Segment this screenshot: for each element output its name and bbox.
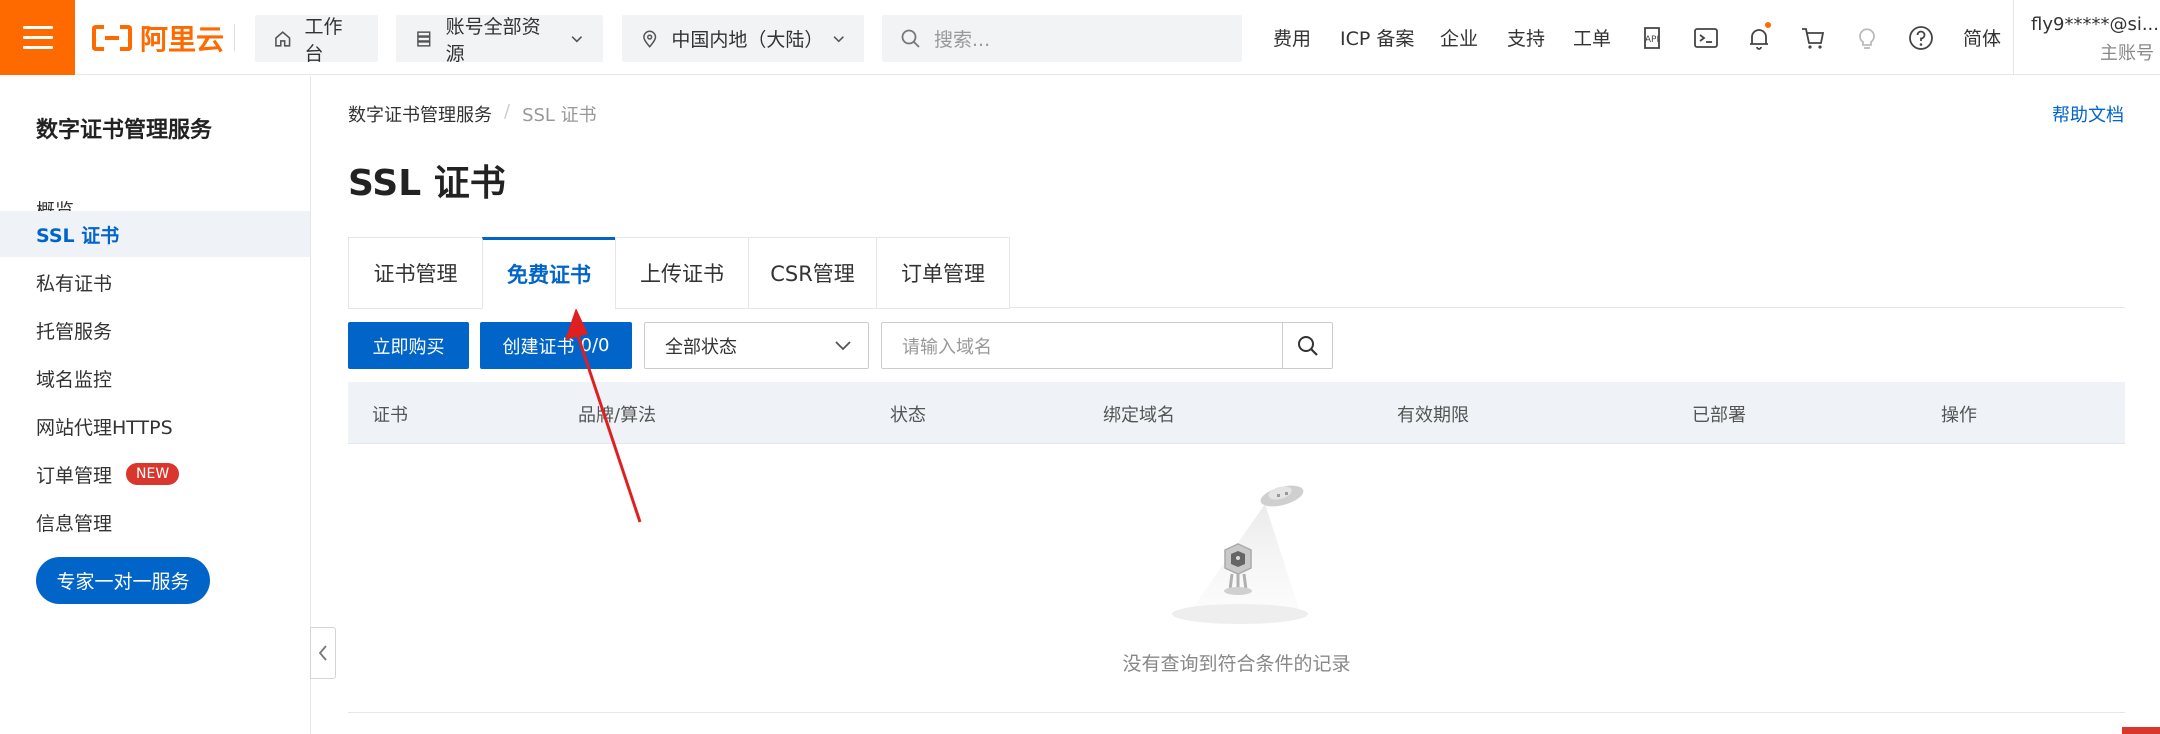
sidebar: 数字证书管理服务 概览 SSL 证书 私有证书 托管服务 域名监控 网站代理HT… xyxy=(0,76,311,734)
location-icon xyxy=(643,30,657,48)
page-title: SSL 证书 xyxy=(348,163,506,204)
create-certificate-label: 创建证书 xyxy=(502,336,575,358)
search-icon xyxy=(901,29,920,48)
sidebar-item-label: 网站代理HTTPS xyxy=(36,416,173,439)
column-header-actions: 操作 xyxy=(1941,405,1977,426)
column-header-bound-domain: 绑定域名 xyxy=(1103,405,1175,426)
breadcrumb-separator: / xyxy=(504,101,511,122)
language-switch[interactable]: 简体 xyxy=(1963,24,2001,51)
tab-free-certificate[interactable]: 免费证书 xyxy=(482,237,615,309)
empty-ufo-icon xyxy=(1172,485,1308,624)
resources-dropdown[interactable]: 账号全部资源 xyxy=(396,15,603,65)
certificate-table-header: 证书 品牌/算法 状态 绑定域名 有效期限 已部署 操作 xyxy=(348,382,2125,444)
tab-upload-certificate[interactable]: 上传证书 xyxy=(615,237,748,309)
sidebar-item-hosting-service[interactable]: 托管服务 xyxy=(0,307,310,353)
region-label: 中国内地（大陆） xyxy=(671,29,824,51)
tab-bar: 证书管理 免费证书 上传证书 CSR管理 订单管理 xyxy=(348,237,1010,309)
sidebar-collapse-handle[interactable] xyxy=(310,627,336,679)
support-link[interactable]: 支持 xyxy=(1507,24,1545,51)
column-header-certificate: 证书 xyxy=(372,405,408,426)
sidebar-title: 数字证书管理服务 xyxy=(36,118,213,143)
sidebar-item-domain-monitor[interactable]: 域名监控 xyxy=(0,355,310,401)
breadcrumb-current: SSL 证书 xyxy=(522,105,597,126)
sidebar-item-label: 订单管理 xyxy=(36,464,113,487)
create-certificate-count: 0/0 xyxy=(580,335,610,356)
workbench-button[interactable]: 工作台 xyxy=(255,15,378,65)
help-docs-link[interactable]: 帮助文档 xyxy=(2052,101,2124,127)
home-icon xyxy=(275,30,291,47)
status-select[interactable]: 全部状态 xyxy=(644,322,869,369)
domain-search-input[interactable]: 请输入域名 xyxy=(881,322,1283,369)
ticket-link[interactable]: 工单 xyxy=(1573,24,1611,51)
sidebar-item-label: 托管服务 xyxy=(36,320,113,343)
sidebar-item-label: 私有证书 xyxy=(36,272,113,295)
global-search-input[interactable]: 搜索... xyxy=(882,15,1242,62)
aliyun-logo[interactable]: 阿里云 xyxy=(92,19,224,57)
corner-feedback-tab[interactable] xyxy=(2122,727,2160,734)
fees-link[interactable]: 费用 xyxy=(1273,24,1311,51)
tab-certificate-management[interactable]: 证书管理 xyxy=(348,237,482,309)
column-header-brand-algorithm: 品牌/算法 xyxy=(578,405,657,426)
logo-divider xyxy=(234,24,235,51)
top-navbar: 阿里云 工作台 账号全部资源 中国内地（大陆） 搜索... 费用 ICP 备案 … xyxy=(0,0,2160,75)
terminal-icon[interactable] xyxy=(1692,24,1720,52)
search-icon xyxy=(1297,335,1318,356)
sidebar-item-label: SSL 证书 xyxy=(36,224,120,247)
sidebar-item-order-management[interactable]: 订单管理 NEW xyxy=(0,451,310,497)
empty-table-body: 没有查询到符合条件的记录 xyxy=(348,444,2125,713)
region-dropdown[interactable]: 中国内地（大陆） xyxy=(622,15,864,62)
tab-order-management[interactable]: 订单管理 xyxy=(876,237,1010,309)
cart-icon[interactable] xyxy=(1799,24,1827,52)
enterprise-link[interactable]: 企业 xyxy=(1440,24,1478,51)
domain-search-button[interactable] xyxy=(1282,322,1333,369)
help-circle-icon[interactable] xyxy=(1907,24,1935,52)
sidebar-item-label: 域名监控 xyxy=(36,368,113,391)
workbench-label: 工作台 xyxy=(304,15,343,65)
sidebar-item-label: 信息管理 xyxy=(36,512,113,535)
global-search-placeholder: 搜索... xyxy=(934,29,991,51)
user-role: 主账号 xyxy=(2100,43,2154,64)
sidebar-item-private-certificate[interactable]: 私有证书 xyxy=(0,259,310,305)
chevron-down-icon xyxy=(571,35,583,42)
tab-csr-management[interactable]: CSR管理 xyxy=(748,237,876,309)
expert-service-button[interactable]: 专家一对一服务 xyxy=(36,557,210,604)
column-header-deployed: 已部署 xyxy=(1692,405,1746,426)
new-badge: NEW xyxy=(126,463,180,485)
menu-icon[interactable] xyxy=(0,0,75,75)
resources-label: 账号全部资源 xyxy=(445,15,541,65)
status-select-value: 全部状态 xyxy=(665,336,737,358)
chevron-left-icon xyxy=(318,645,327,661)
aliyun-logo-mark-icon xyxy=(92,25,132,51)
domain-search-placeholder: 请输入域名 xyxy=(902,336,992,358)
user-name: fly9*****@si... xyxy=(2031,14,2159,35)
sidebar-item-info-management[interactable]: 信息管理 xyxy=(0,499,310,545)
database-icon xyxy=(417,30,431,47)
buy-now-button[interactable]: 立即购买 xyxy=(348,322,469,369)
chevron-down-icon xyxy=(833,35,844,42)
notification-dot xyxy=(1765,22,1771,28)
breadcrumb-parent[interactable]: 数字证书管理服务 xyxy=(348,101,492,127)
empty-message: 没有查询到符合条件的记录 xyxy=(1122,653,1351,675)
chevron-down-icon xyxy=(835,340,851,350)
sidebar-item-https-proxy[interactable]: 网站代理HTTPS xyxy=(0,403,310,449)
api-icon[interactable]: API xyxy=(1638,24,1666,52)
user-account-menu[interactable]: fly9*****@si... 主账号 xyxy=(2013,0,2160,75)
bell-icon[interactable] xyxy=(1745,22,1773,52)
lightbulb-icon[interactable] xyxy=(1853,24,1881,52)
svg-text:API: API xyxy=(1645,35,1659,45)
sidebar-item-ssl-certificate[interactable]: SSL 证书 xyxy=(0,211,310,257)
icp-link[interactable]: ICP 备案 xyxy=(1340,24,1414,51)
column-header-status: 状态 xyxy=(890,405,926,426)
breadcrumb: 数字证书管理服务 / SSL 证书 xyxy=(348,101,597,127)
logo-text: 阿里云 xyxy=(140,23,225,56)
create-certificate-button[interactable]: 创建证书 0/0 xyxy=(480,322,632,369)
column-header-validity: 有效期限 xyxy=(1397,405,1469,426)
